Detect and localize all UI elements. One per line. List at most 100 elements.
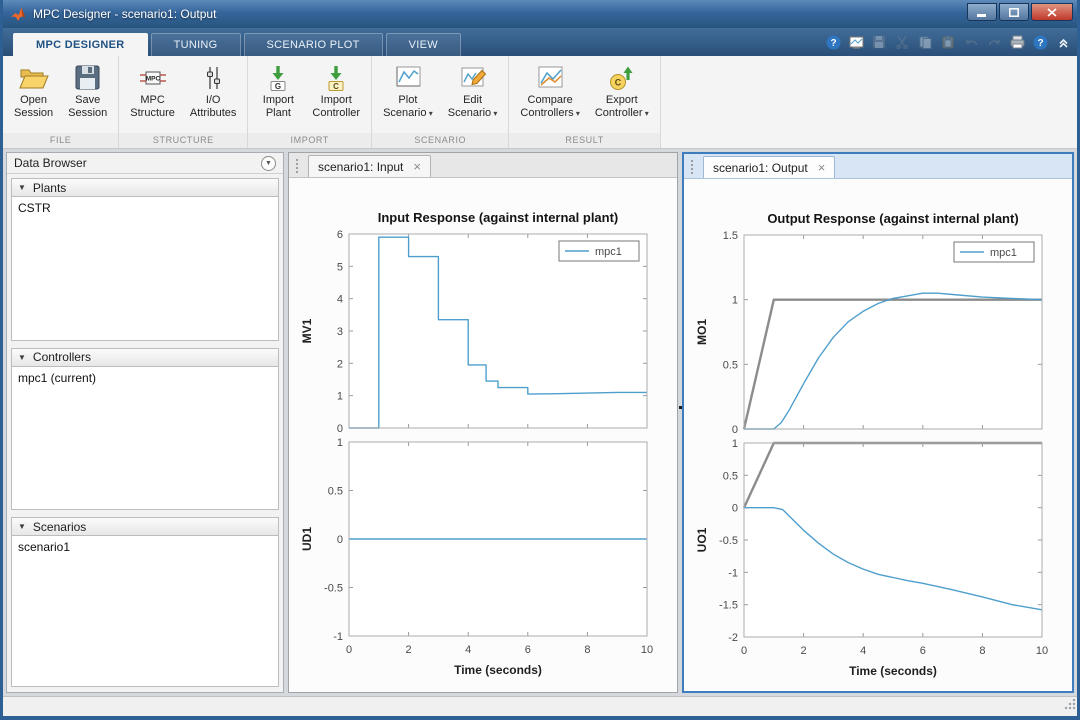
svg-text:-0.5: -0.5 bbox=[719, 535, 738, 547]
list-item[interactable]: mpc1 (current) bbox=[12, 369, 278, 387]
close-icon[interactable]: × bbox=[818, 161, 826, 174]
save-session-button[interactable]: Save Session bbox=[62, 59, 113, 133]
svg-text:4: 4 bbox=[860, 645, 866, 657]
mpc-designer-window: MPC Designer - scenario1: Output MPC DES… bbox=[0, 0, 1080, 720]
section-header-scenarios[interactable]: ▼ Scenarios bbox=[11, 517, 279, 537]
svg-text:-2: -2 bbox=[728, 632, 738, 644]
svg-text:1: 1 bbox=[732, 295, 738, 307]
snapshot-icon[interactable] bbox=[848, 34, 864, 50]
svg-text:?: ? bbox=[830, 38, 836, 49]
plot-scenario-button[interactable]: Plot Scenario ▾ bbox=[377, 59, 439, 133]
svg-text:Time (seconds): Time (seconds) bbox=[454, 663, 542, 677]
import-controller-button[interactable]: C Import Controller bbox=[306, 59, 366, 133]
svg-text:-1: -1 bbox=[728, 567, 738, 579]
panel-splitter[interactable] bbox=[678, 152, 682, 693]
ribbon-group-scenario: Plot Scenario ▾ Edit Scenario ▾ SCENARIO bbox=[372, 56, 510, 148]
svg-text:5: 5 bbox=[337, 261, 343, 273]
paste-icon[interactable] bbox=[940, 34, 956, 50]
collapse-ribbon-icon[interactable] bbox=[1055, 34, 1071, 50]
svg-text:0: 0 bbox=[337, 423, 343, 435]
svg-text:-0.5: -0.5 bbox=[324, 583, 343, 595]
maximize-button[interactable] bbox=[999, 3, 1029, 21]
main-area: Data Browser ▼ ▼ Plants CSTR ▼ Controllers mp… bbox=[3, 149, 1077, 696]
svg-text:Output Response (against inter: Output Response (against internal plant) bbox=[767, 211, 1018, 226]
dropdown-arrow-icon: ▾ bbox=[642, 108, 649, 118]
save-big-icon bbox=[73, 61, 103, 94]
section-scenarios: ▼ Scenarios scenario1 bbox=[11, 517, 279, 688]
svg-text:MPC: MPC bbox=[145, 75, 160, 82]
svg-text:C: C bbox=[615, 77, 622, 87]
svg-text:-1.5: -1.5 bbox=[719, 600, 738, 612]
section-list-plants: CSTR bbox=[11, 197, 279, 341]
export-controller-icon: C bbox=[607, 61, 637, 94]
resize-grip[interactable] bbox=[1064, 697, 1076, 715]
svg-text:1: 1 bbox=[337, 391, 343, 403]
svg-text:4: 4 bbox=[337, 294, 343, 306]
svg-text:G: G bbox=[275, 82, 281, 91]
section-list-scenarios: scenario1 bbox=[11, 536, 279, 688]
svg-text:0: 0 bbox=[337, 534, 343, 546]
dropdown-arrow-icon: ▾ bbox=[426, 108, 433, 118]
minimize-button[interactable] bbox=[967, 3, 997, 21]
ribbon-tab-strip: MPC DESIGNER TUNING SCENARIO PLOT VIEW ?? bbox=[3, 28, 1077, 56]
svg-text:2: 2 bbox=[801, 645, 807, 657]
copy-icon[interactable] bbox=[917, 34, 933, 50]
compare-controllers-icon bbox=[535, 61, 565, 94]
dock-gripper[interactable] bbox=[295, 158, 300, 173]
svg-text:0.5: 0.5 bbox=[723, 359, 738, 371]
undo-icon[interactable] bbox=[963, 34, 979, 50]
svg-text:10: 10 bbox=[641, 644, 653, 656]
document-content: Input Response (against internal plant) 0… bbox=[289, 178, 677, 692]
section-header-controllers[interactable]: ▼ Controllers bbox=[11, 347, 279, 367]
cut-icon[interactable] bbox=[894, 34, 910, 50]
section-controllers: ▼ Controllers mpc1 (current) bbox=[11, 347, 279, 518]
svg-text:MV1: MV1 bbox=[300, 318, 314, 343]
compare-controllers-button[interactable]: Compare Controllers ▾ bbox=[514, 59, 585, 133]
document-tab[interactable]: scenario1: Input × bbox=[308, 155, 431, 177]
title-bar: MPC Designer - scenario1: Output bbox=[3, 0, 1077, 28]
redo-icon[interactable] bbox=[986, 34, 1002, 50]
collapse-triangle-icon: ▼ bbox=[18, 183, 26, 192]
mpc-structure-button[interactable]: MPC MPC Structure bbox=[124, 59, 181, 133]
document-tab-bar: scenario1: Input × bbox=[289, 153, 677, 178]
save-icon[interactable] bbox=[871, 34, 887, 50]
panel-menu-icon[interactable]: ▼ bbox=[261, 155, 276, 171]
matlab-icon bbox=[10, 6, 26, 22]
ribbon-group-result: Compare Controllers ▾ C Export Controller ▾ R… bbox=[509, 56, 661, 148]
svg-text:8: 8 bbox=[584, 644, 590, 656]
help-icon[interactable]: ? bbox=[825, 34, 841, 50]
svg-text:C: C bbox=[333, 82, 339, 91]
ribbon-tab-mpc-designer[interactable]: MPC DESIGNER bbox=[13, 33, 148, 56]
help-2-icon[interactable]: ? bbox=[1032, 34, 1048, 50]
print-icon[interactable] bbox=[1009, 34, 1025, 50]
open-session-button[interactable]: Open Session bbox=[8, 59, 59, 133]
svg-text:1: 1 bbox=[732, 438, 738, 450]
list-item[interactable]: CSTR bbox=[12, 199, 278, 217]
svg-text:8: 8 bbox=[979, 645, 985, 657]
ribbon-tab-scenario-plot[interactable]: SCENARIO PLOT bbox=[243, 33, 383, 56]
ribbon-group-import: G Import Plant C Import Controller IMPORT bbox=[248, 56, 373, 148]
list-item[interactable]: scenario1 bbox=[12, 538, 278, 556]
ribbon-tab-tuning[interactable]: TUNING bbox=[150, 33, 241, 56]
plot-scenario-icon bbox=[393, 61, 423, 94]
svg-text:0: 0 bbox=[346, 644, 352, 656]
ribbon-group-label: FILE bbox=[3, 133, 119, 148]
ribbon-toolbar: Open Session Save Session FILE MPC MPC Structur… bbox=[3, 56, 1077, 149]
import-plant-button[interactable]: G Import Plant bbox=[253, 59, 303, 133]
mpc-structure-icon: MPC bbox=[138, 61, 168, 94]
close-icon[interactable]: × bbox=[413, 160, 421, 173]
svg-text:6: 6 bbox=[525, 644, 531, 656]
folder-open-icon bbox=[18, 61, 49, 94]
document-tab[interactable]: scenario1: Output × bbox=[703, 156, 836, 178]
dock-gripper[interactable] bbox=[690, 159, 695, 174]
io-attributes-button[interactable]: I/O Attributes bbox=[184, 59, 242, 133]
svg-text:Time (seconds): Time (seconds) bbox=[849, 664, 937, 678]
close-button[interactable] bbox=[1031, 3, 1073, 21]
section-plants: ▼ Plants CSTR bbox=[11, 178, 279, 348]
ribbon-tab-view[interactable]: VIEW bbox=[385, 33, 461, 56]
edit-scenario-button[interactable]: Edit Scenario ▾ bbox=[442, 59, 504, 133]
export-controller-button[interactable]: C Export Controller ▾ bbox=[589, 59, 655, 133]
svg-text:4: 4 bbox=[465, 644, 471, 656]
section-header-plants[interactable]: ▼ Plants bbox=[11, 178, 279, 197]
dropdown-arrow-icon: ▾ bbox=[573, 108, 580, 118]
